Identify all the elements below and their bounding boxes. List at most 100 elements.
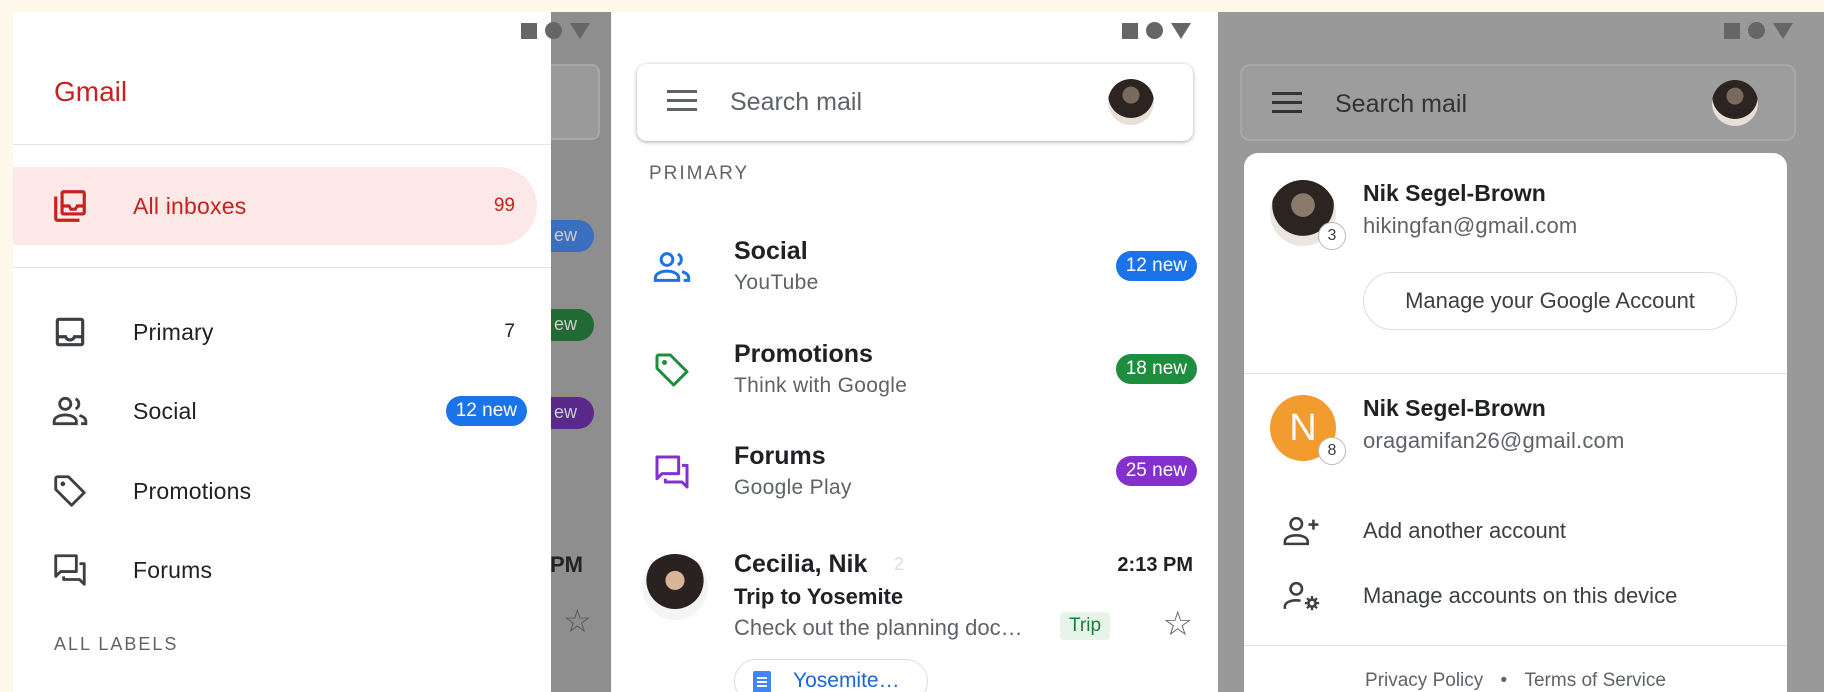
message-time: 2:13 PM — [1117, 554, 1193, 576]
action-label: Add another account — [1363, 518, 1567, 543]
inbox-icon — [55, 317, 85, 347]
search-bar[interactable]: Search mail — [637, 64, 1193, 141]
attachment-name: Yosemite… — [793, 669, 900, 692]
status-bar — [1122, 22, 1191, 39]
manage-google-account-button[interactable]: Manage your Google Account — [1363, 272, 1737, 330]
nav-label: All inboxes — [133, 192, 247, 219]
nav-item-social[interactable]: Social 12 new — [13, 372, 537, 450]
dimmed-badge: ew — [550, 309, 594, 341]
dimmed-badge: ew — [550, 397, 594, 429]
account-panel: Search mail 3 Nik Segel-Brown hikingfan@… — [1218, 12, 1824, 692]
forum-icon — [54, 554, 86, 586]
all-inboxes-icon — [54, 190, 86, 222]
category-row-forums[interactable]: Forums Google Play 25 new — [612, 424, 1217, 524]
dimmed-time: PM — [550, 552, 583, 577]
nav-label: Social — [133, 397, 197, 424]
category-title: Forums — [734, 442, 826, 470]
action-label: Manage accounts on this device — [1363, 583, 1678, 608]
search-input: Search mail — [1335, 90, 1467, 118]
category-title: Social — [734, 237, 808, 265]
dimmed-search-bar: Search mail — [1240, 64, 1796, 141]
attachment-chip[interactable]: Yosemite… — [734, 659, 928, 692]
status-circle-icon — [545, 22, 562, 39]
message-sender: Cecilia, Nik — [734, 550, 868, 578]
manage-accounts-icon — [1283, 581, 1320, 611]
nav-item-all-inboxes[interactable]: All inboxes 99 — [13, 167, 537, 245]
status-triangle-icon — [1171, 22, 1191, 39]
nav-label: Forums — [133, 556, 213, 583]
dimmed-badge: ew — [550, 220, 594, 252]
unread-count-badge: 3 — [1318, 222, 1346, 250]
nav-item-promotions[interactable]: Promotions — [13, 452, 537, 530]
thread-count: 2 — [894, 554, 905, 574]
tag-icon — [655, 353, 689, 387]
account-name: Nik Segel-Brown — [1363, 395, 1546, 421]
account-name: Nik Segel-Brown — [1363, 180, 1546, 206]
nav-count: 7 — [504, 321, 515, 342]
nav-label: Primary — [133, 318, 214, 345]
status-circle-icon — [1748, 22, 1765, 39]
divider — [1244, 645, 1787, 646]
status-triangle-icon — [1773, 22, 1793, 39]
status-square-icon — [1122, 22, 1138, 39]
message-snippet: Check out the planning doc… — [734, 615, 1023, 640]
dimmed-search-bar — [550, 64, 600, 140]
terms-of-service-link[interactable]: Terms of Service — [1524, 670, 1665, 691]
dimmed-star-icon: ☆ — [563, 603, 592, 639]
tag-icon — [54, 475, 86, 507]
category-subtitle: Think with Google — [734, 374, 908, 397]
people-icon — [653, 252, 691, 282]
message-row[interactable]: Cecilia, Nik 2 2:13 PM Trip to Yosemite … — [612, 542, 1217, 692]
footer-links: Privacy Policy • Terms of Service — [1244, 670, 1787, 692]
privacy-policy-link[interactable]: Privacy Policy — [1365, 670, 1483, 691]
account-row[interactable]: N 8 Nik Segel-Brown oragamifan26@gmail.c… — [1244, 385, 1787, 475]
category-row-promotions[interactable]: Promotions Think with Google 18 new — [612, 322, 1217, 422]
add-account-row[interactable]: Add another account — [1244, 503, 1787, 559]
account-email: hikingfan@gmail.com — [1363, 213, 1578, 238]
section-all-labels: ALL LABELS — [54, 634, 179, 654]
add-person-icon — [1283, 516, 1319, 546]
account-avatar — [1712, 80, 1758, 126]
gmail-logo: Gmail — [54, 76, 128, 107]
separator-dot: • — [1500, 670, 1508, 691]
document-icon — [753, 671, 771, 692]
star-icon[interactable]: ☆ — [1163, 604, 1193, 644]
navigation-drawer: Gmail All inboxes 99 Primary 7 Social 12… — [13, 12, 590, 692]
status-circle-icon — [1146, 22, 1163, 39]
status-square-icon — [521, 22, 537, 39]
inbox-panel: Search mail PRIMARY Social YouTube 12 ne… — [612, 12, 1217, 692]
drawer-panel: ew ew ew PM ☆ Gmail All inboxes 99 Prima… — [13, 12, 611, 692]
message-subject: Trip to Yosemite — [734, 584, 904, 609]
forum-icon — [655, 455, 689, 489]
status-square-icon — [1724, 22, 1740, 39]
nav-label: Promotions — [133, 477, 252, 504]
account-email: oragamifan26@gmail.com — [1363, 428, 1625, 453]
label-chip: Trip — [1060, 612, 1111, 640]
category-subtitle: YouTube — [734, 271, 819, 294]
nav-count: 99 — [493, 195, 515, 216]
new-count-badge: 12 new — [445, 396, 527, 426]
category-subtitle: Google Play — [734, 476, 852, 499]
new-count-badge: 25 new — [1115, 456, 1197, 486]
category-row-social[interactable]: Social YouTube 12 new — [612, 219, 1217, 319]
nav-item-primary[interactable]: Primary 7 — [13, 293, 537, 371]
people-icon — [52, 396, 88, 426]
menu-icon — [1272, 92, 1302, 114]
new-count-badge: 18 new — [1115, 354, 1197, 384]
divider — [13, 144, 551, 145]
sender-avatar[interactable] — [642, 554, 708, 620]
status-bar — [1724, 22, 1793, 39]
account-avatar[interactable] — [1108, 79, 1154, 125]
nav-item-forums[interactable]: Forums — [13, 531, 537, 609]
menu-icon[interactable] — [667, 90, 697, 112]
account-switcher-card: 3 Nik Segel-Brown hikingfan@gmail.com Ma… — [1244, 153, 1787, 692]
divider — [13, 267, 551, 268]
status-triangle-icon — [570, 22, 590, 39]
section-primary: PRIMARY — [649, 163, 750, 184]
unread-count-badge: 8 — [1318, 437, 1346, 465]
new-count-badge: 12 new — [1115, 251, 1197, 281]
status-bar — [521, 22, 590, 39]
search-input[interactable]: Search mail — [730, 88, 862, 117]
manage-accounts-row[interactable]: Manage accounts on this device — [1244, 568, 1787, 624]
divider — [1244, 373, 1787, 374]
